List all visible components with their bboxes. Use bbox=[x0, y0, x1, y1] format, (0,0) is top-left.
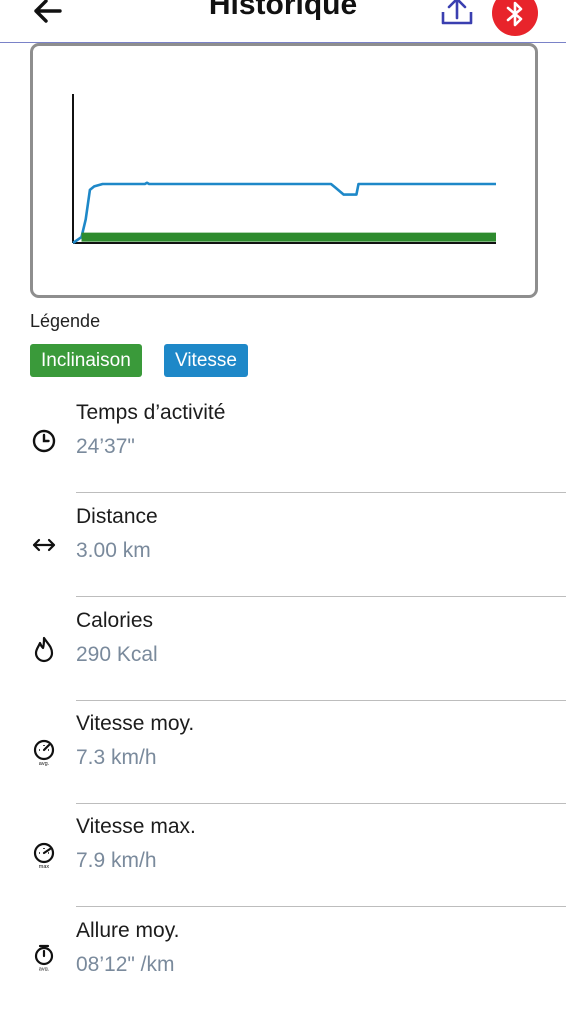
stat-label: Vitesse moy. bbox=[76, 712, 195, 735]
stat-value: 7.9 km/h bbox=[76, 849, 157, 872]
share-upload-icon bbox=[441, 0, 473, 25]
speedometer-avg-icon: avg. bbox=[33, 739, 55, 766]
stat-row-calories: Calories 290 Kcal bbox=[0, 597, 566, 701]
share-button[interactable] bbox=[437, 0, 477, 30]
stat-label: Temps d’activité bbox=[76, 401, 226, 424]
bluetooth-button[interactable] bbox=[492, 0, 538, 36]
distance-arrows-icon bbox=[32, 538, 56, 552]
stat-row-avg-pace: avg. Allure moy. 08’12" /km bbox=[0, 907, 566, 1011]
clock-icon bbox=[32, 429, 56, 453]
stat-label: Allure moy. bbox=[76, 919, 180, 942]
stat-label: Calories bbox=[76, 609, 154, 632]
top-app-bar: Historique bbox=[0, 0, 566, 43]
page-title: Historique bbox=[208, 0, 358, 21]
bluetooth-icon bbox=[506, 1, 523, 27]
svg-text:avg.: avg. bbox=[39, 761, 50, 766]
activity-chart bbox=[30, 43, 538, 298]
svg-text:avg.: avg. bbox=[39, 967, 50, 972]
stat-label: Distance bbox=[76, 505, 158, 528]
stat-value: 3.00 km bbox=[76, 539, 151, 562]
stopwatch-avg-icon: avg. bbox=[34, 944, 54, 972]
stat-row-distance: Distance 3.00 km bbox=[0, 493, 566, 597]
flame-icon bbox=[34, 636, 54, 663]
speedometer-max-icon: max bbox=[33, 842, 55, 869]
stat-label: Vitesse max. bbox=[76, 815, 196, 838]
stat-value: 08’12" /km bbox=[76, 953, 175, 976]
activity-chart-svg bbox=[72, 94, 496, 245]
legend-chip-inclinaison[interactable]: Inclinaison bbox=[30, 344, 142, 377]
stat-row-avg-speed: avg. Vitesse moy. 7.3 km/h bbox=[0, 700, 566, 804]
svg-text:max: max bbox=[39, 864, 50, 869]
legend-chip-vitesse[interactable]: Vitesse bbox=[164, 344, 248, 377]
stat-value: 7.3 km/h bbox=[76, 746, 157, 769]
stat-value: 290 Kcal bbox=[76, 643, 158, 666]
stat-row-activity-time: Temps d’activité 24’37" bbox=[0, 389, 566, 493]
stat-value: 24’37" bbox=[76, 435, 135, 458]
stat-row-max-speed: max Vitesse max. 7.9 km/h bbox=[0, 803, 566, 907]
legend-title: Légende bbox=[30, 311, 101, 331]
